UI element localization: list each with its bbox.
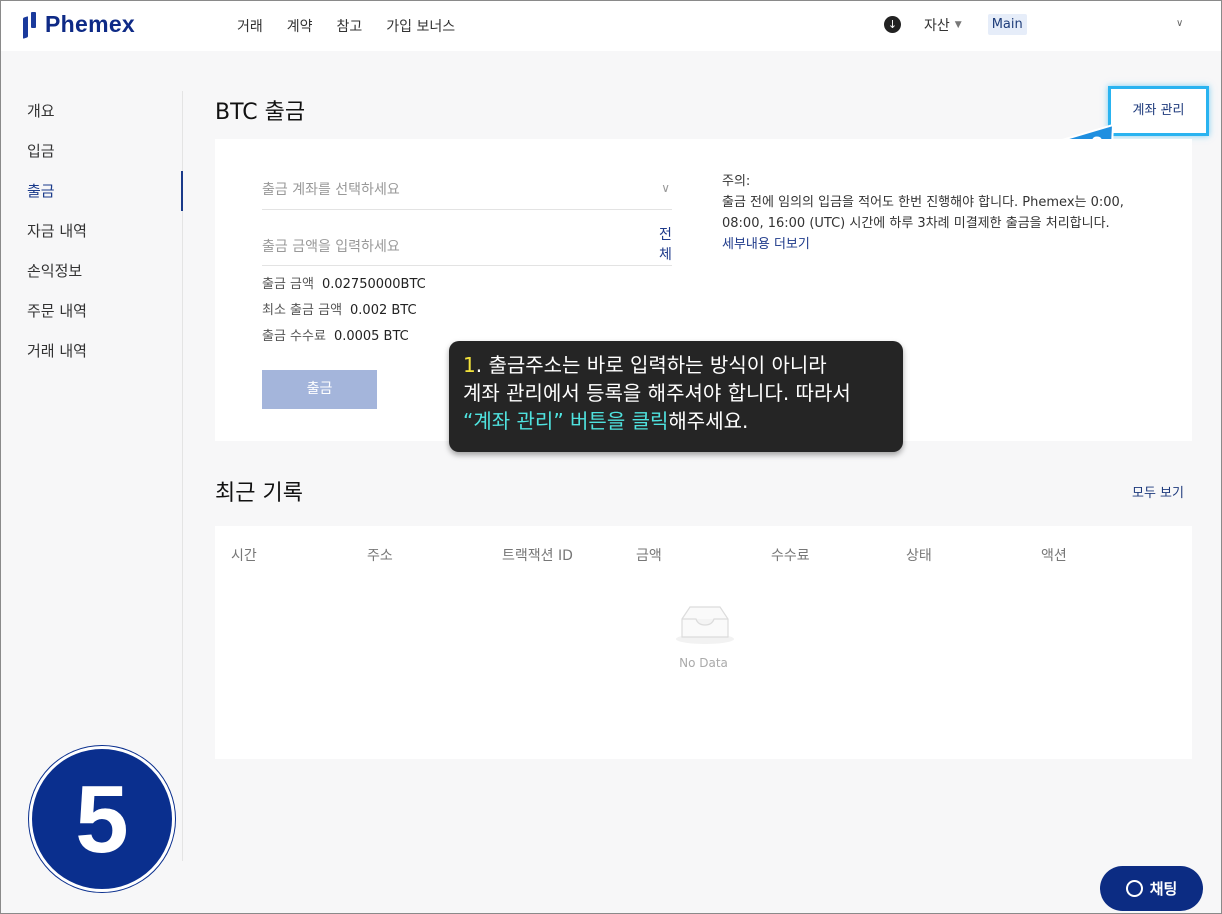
download-icon[interactable]: ↓ xyxy=(884,16,901,33)
column-header-status: 상태 xyxy=(906,548,932,564)
assets-menu[interactable]: 자산 ▼ xyxy=(924,15,962,35)
chat-button[interactable]: 채팅 xyxy=(1100,866,1203,911)
withdraw-amount-placeholder: 출금 금액을 입력하세요 xyxy=(262,239,400,255)
column-header-fee: 수수료 xyxy=(771,548,810,564)
nav-item-trade[interactable]: 거래 xyxy=(237,16,263,36)
withdraw-amount-input[interactable]: 출금 금액을 입력하세요 xyxy=(262,236,672,266)
chevron-down-icon: ▼ xyxy=(954,19,962,30)
account-manage-button[interactable]: 계좌 관리 xyxy=(1108,86,1209,136)
withdraw-fee-value: 0.0005 BTC xyxy=(333,329,409,344)
nav-item-contract[interactable]: 계약 xyxy=(287,16,313,36)
withdraw-amount-row: 출금 금액 0.02750000BTC xyxy=(262,273,426,292)
main-nav: 거래 계약 참고 가입 보너스 xyxy=(237,16,455,36)
tooltip-tail: 해주세요. xyxy=(668,409,749,433)
page-title: BTC 출금 xyxy=(215,100,306,125)
phemex-logo[interactable]: Phemex xyxy=(23,10,136,39)
top-navigation-bar: Phemex 거래 계약 참고 가입 보너스 ↓ 자산 ▼ Main ∨ xyxy=(1,1,1221,51)
tutorial-tooltip: 1. 출금주소는 바로 입력하는 방식이 아니라 계좌 관리에서 등록을 해주셔… xyxy=(449,341,903,452)
withdraw-amount-label: 출금 금액 xyxy=(262,277,314,292)
account-chevron-down-icon[interactable]: ∨ xyxy=(1176,18,1183,29)
sidebar-item-funds-history[interactable]: 자금 내역 xyxy=(1,211,182,251)
tooltip-highlight: “계좌 관리” 버튼을 클릭 xyxy=(463,409,669,433)
sidebar-item-deposit[interactable]: 입금 xyxy=(1,131,182,171)
notice-title: 주의: xyxy=(722,174,751,189)
sidebar-item-trade-history[interactable]: 거래 내역 xyxy=(1,331,182,371)
chat-bubble-icon xyxy=(1125,880,1143,897)
column-header-action: 액션 xyxy=(1041,548,1067,564)
notice-body: 출금 전에 임의의 입금을 적어도 한번 진행해야 합니다. Phemex는 0… xyxy=(722,195,1124,231)
nav-item-reference[interactable]: 참고 xyxy=(337,16,363,36)
withdraw-submit-button[interactable]: 출금 xyxy=(262,370,377,409)
withdraw-amount-value: 0.02750000BTC xyxy=(321,277,426,292)
tooltip-line-2: 계좌 관리에서 등록을 해주셔야 합니다. 따라서 xyxy=(463,381,851,405)
logo-text: Phemex xyxy=(45,10,136,37)
nav-item-signup-bonus[interactable]: 가입 보너스 xyxy=(386,16,455,36)
sidebar-item-pnl[interactable]: 손익정보 xyxy=(1,251,182,291)
column-header-time: 시간 xyxy=(231,548,257,564)
withdraw-account-placeholder: 출금 계좌를 선택하세요 xyxy=(262,182,400,198)
account-selector[interactable]: Main xyxy=(987,14,1027,35)
empty-inbox-icon xyxy=(676,606,734,644)
sidebar-item-order-history[interactable]: 주문 내역 xyxy=(1,291,182,331)
min-withdraw-label: 최소 출금 금액 xyxy=(262,303,343,318)
withdraw-fee-row: 출금 수수료 0.0005 BTC xyxy=(262,325,409,344)
tooltip-line-1: . 출금주소는 바로 입력하는 방식이 아니라 xyxy=(475,353,827,377)
notice-more-link[interactable]: 세부내용 더보기 xyxy=(722,234,1167,255)
nav-right: ↓ 자산 ▼ Main xyxy=(884,14,1027,35)
withdraw-notice: 주의: 출금 전에 임의의 입금을 적어도 한번 진행해야 합니다. Pheme… xyxy=(722,171,1167,255)
phemex-logo-mark-icon xyxy=(23,10,41,39)
view-all-link[interactable]: 모두 보기 xyxy=(1132,482,1184,501)
recent-records-title: 최근 기록 xyxy=(215,481,303,506)
column-header-txid: 트랙잭션 ID xyxy=(502,548,573,564)
chat-button-label: 채팅 xyxy=(1149,880,1178,898)
sidebar-item-overview[interactable]: 개요 xyxy=(1,91,182,131)
recent-records-table: 시간 주소 트랙잭션 ID 금액 수수료 상태 액션 No Data xyxy=(215,526,1192,759)
step-number-badge: 5 xyxy=(29,746,175,892)
chevron-down-icon: ∨ xyxy=(661,181,670,195)
withdraw-fee-label: 출금 수수료 xyxy=(262,329,326,344)
withdraw-all-button[interactable]: 전체 xyxy=(659,225,673,265)
column-header-amount: 금액 xyxy=(636,548,662,564)
withdraw-account-select[interactable]: 출금 계좌를 선택하세요 ∨ xyxy=(262,179,672,210)
column-header-address: 주소 xyxy=(367,548,393,564)
assets-label: 자산 xyxy=(924,17,950,34)
sidebar-item-withdraw[interactable]: 출금 xyxy=(1,171,183,211)
sidebar: 개요 입금 출금 자금 내역 손익정보 주문 내역 거래 내역 xyxy=(1,91,183,861)
tooltip-step-number: 1 xyxy=(463,353,476,377)
min-withdraw-value: 0.002 BTC xyxy=(350,303,417,318)
no-data-text: No Data xyxy=(679,656,728,670)
min-withdraw-row: 최소 출금 금액 0.002 BTC xyxy=(262,299,417,318)
